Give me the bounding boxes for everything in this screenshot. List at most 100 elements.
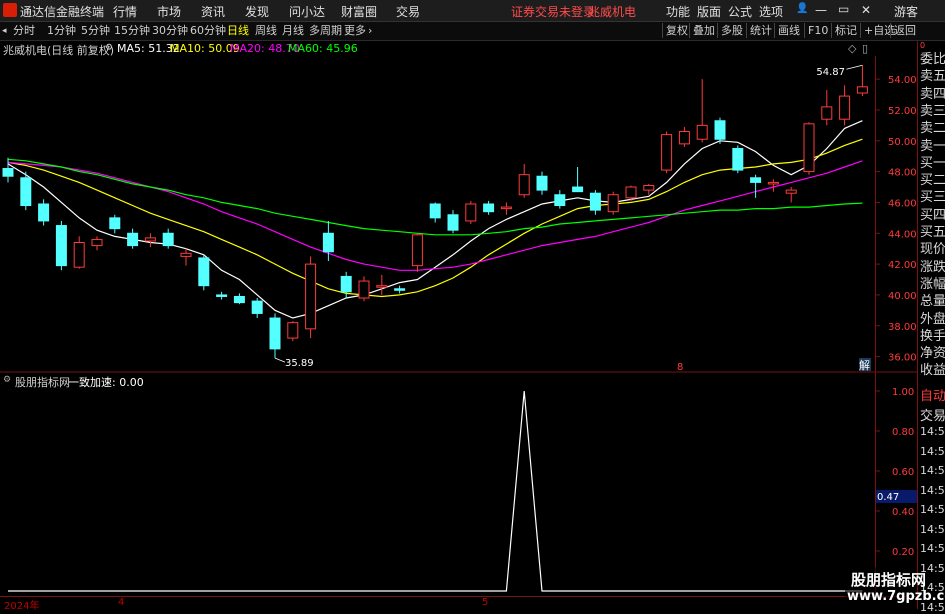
candle-body [732,147,744,171]
panel-item[interactable]: 涨跌 [920,256,945,275]
indicator-settings-icon[interactable]: ⚙ [3,375,11,385]
candle-body [340,275,352,293]
candle-body [305,263,317,330]
price-tick-label: 54.00 [888,75,917,86]
tab-period-60min[interactable]: 60分钟 [190,23,226,39]
diamond-icon[interactable]: ◇ [848,42,856,55]
title-bar: 通达信金融终端 行情 市场 资讯 发现 问小达 财富圈 交易 证券交易未登录 兆… [0,0,945,22]
close-icon[interactable]: ✕ [861,3,871,17]
panel-item[interactable]: 买三 [920,186,945,205]
back-button[interactable]: 返回 [890,23,919,38]
main-chart-infobar: 兆威机电(日线 前复权) ⚙ MA5: 51.32 MA10: 50.09 MA… [0,41,875,57]
indicator-value: 一致加速: 0.00 [68,376,144,389]
chart-canvas[interactable]: 54.00 52.00 50.00 48.00 46.00 44.00 42.00 40.00… [0,56,917,596]
panel-item[interactable]: 14:56 [920,484,945,497]
panel-item[interactable]: 14:56 [920,523,945,536]
panel-item[interactable]: 卖三 [920,100,945,119]
tab-period-30min[interactable]: 30分钟 [152,23,188,39]
price-tick-label: 40.00 [888,291,917,302]
stats-button[interactable]: 统计 [746,23,775,38]
tab-period-monthly[interactable]: 月线 [282,23,304,39]
panel-item[interactable]: 净资 [920,342,945,361]
user-icon[interactable]: 👤 [796,3,808,14]
panel-item[interactable]: 委比 [920,48,945,67]
candle-body [821,106,833,120]
settings-gear-icon[interactable]: ⚙ [105,43,113,53]
f10-button[interactable]: F10 [804,23,831,38]
candle-body [2,168,14,177]
restore-icon[interactable]: ▭ [838,2,849,16]
login-status[interactable]: 证券交易未登录 [511,3,595,20]
high-price-label: 54.87 [816,67,845,78]
candle-body [287,322,299,339]
panel-item[interactable]: 换手 [920,325,945,344]
period-toolbar: ◂ 分时 1分钟 5分钟 15分钟 30分钟 60分钟 日线 周线 月线 多周期… [0,22,945,41]
menu-shichang[interactable]: 市场 [157,3,181,20]
panel-item[interactable]: 涨幅 [920,273,945,292]
indicator-layer [8,390,863,592]
panel-item[interactable]: 收益 [920,359,945,378]
tab-period-more[interactable]: 更多 [344,23,366,39]
candle-body [411,234,423,267]
panel-item[interactable]: 卖四 [920,83,945,102]
menu-xuanxiang[interactable]: 选项 [759,3,783,20]
menu-zixun[interactable]: 资讯 [201,3,225,20]
price-tick-label: 48.00 [888,168,917,179]
unlock-marker[interactable]: 解 [859,358,870,372]
panel-item[interactable]: 买一 [920,152,945,171]
candle-body [198,257,210,287]
more-chevron-icon[interactable]: › [368,23,372,39]
panel-item[interactable]: 卖五 [920,65,945,84]
multi-stock-button[interactable]: 多股 [717,23,746,38]
panel-item[interactable]: 14:56 [920,445,945,458]
tab-period-1min[interactable]: 1分钟 [47,23,76,39]
candle-body [500,206,512,210]
candle-body [839,95,851,120]
panel-item[interactable]: 买二 [920,169,945,188]
menu-faxian[interactable]: 发现 [245,3,269,20]
indicator-source: 股朋指标网 [15,376,70,389]
tab-period-daily[interactable]: 日线 [227,23,249,39]
tab-period-5min[interactable]: 5分钟 [81,23,110,39]
panel-item[interactable]: 交易 [920,405,945,424]
menu-caifuquan[interactable]: 财富圈 [341,3,377,20]
tab-period-multi[interactable]: 多周期 [309,23,342,39]
candle-body [233,295,245,304]
fuquan-button[interactable]: 复权 [662,23,691,38]
panel-item[interactable]: 外盘 [920,308,945,327]
panel-item[interactable]: 买五 [920,221,945,240]
candle-body [643,184,655,191]
panel-item[interactable]: 总量 [920,290,945,309]
candle-body [38,203,50,222]
mark-button[interactable]: 标记 [831,23,860,38]
candle-body [750,177,762,183]
event-marker-8[interactable]: 8 [677,362,683,373]
panel-item[interactable]: 卖一 [920,135,945,154]
menu-gongneng[interactable]: 功能 [666,3,690,20]
indicator-tick-label: 0.20 [892,547,914,558]
tab-period-15min[interactable]: 15分钟 [114,23,150,39]
indicator-tick-label: 0.80 [892,427,914,438]
menu-gongshi[interactable]: 公式 [728,3,752,20]
indicator-line [8,390,863,592]
guest-label[interactable]: 游客 [894,3,918,20]
panel-item[interactable]: 14:56 [920,503,945,516]
panel-item[interactable]: 14:56 [920,425,945,438]
menu-hangqing[interactable]: 行情 [113,3,137,20]
panel-item[interactable]: 14:56 [920,542,945,555]
panel-item[interactable]: 自动 [920,385,945,404]
menu-jiaoyi[interactable]: 交易 [396,3,420,20]
menu-wenxiaoda[interactable]: 问小达 [289,3,325,20]
app-window: 通达信金融终端 行情 市场 资讯 发现 问小达 财富圈 交易 证券交易未登录 兆… [0,0,945,614]
panel-item[interactable]: 卖二 [920,117,945,136]
overlay-button[interactable]: 叠加 [689,23,718,38]
panel-toggle-icon[interactable]: ▯ [862,42,868,55]
minimize-icon[interactable]: — [815,3,827,17]
panel-item[interactable]: 现价 [920,238,945,257]
panel-item[interactable]: 买四 [920,204,945,223]
tab-period-fenshi[interactable]: 分时 [13,23,35,39]
draw-line-button[interactable]: 画线 [774,23,803,38]
panel-item[interactable]: 14:56 [920,464,945,477]
tab-period-weekly[interactable]: 周线 [255,23,277,39]
menu-banmian[interactable]: 版面 [697,3,721,20]
